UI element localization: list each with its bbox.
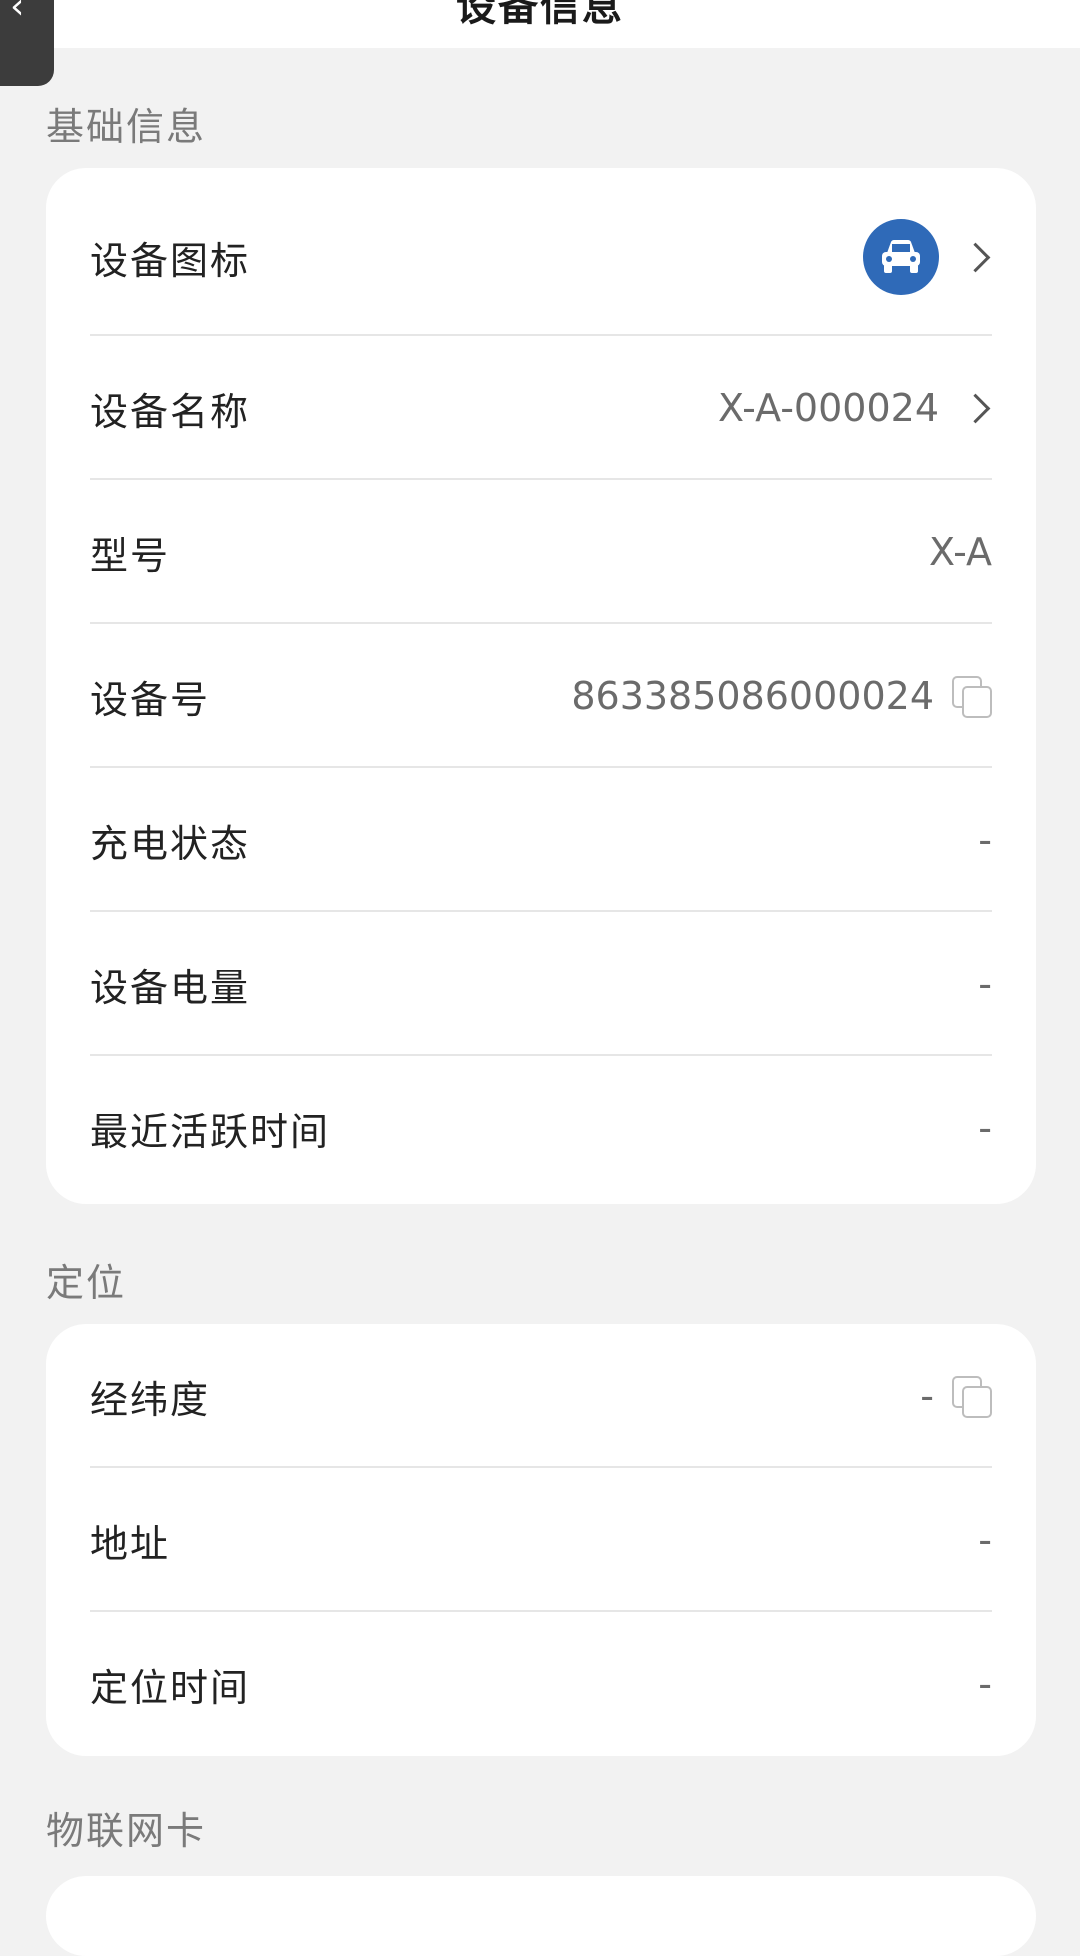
row-charging-status: 充电状态 - [90, 768, 992, 912]
top-bar: 设备信息 [0, 0, 1080, 48]
device-icon-label: 设备图标 [90, 238, 251, 283]
location-time-value: - [978, 1662, 992, 1706]
row-device-icon[interactable]: 设备图标 [90, 178, 992, 336]
page-title: 设备信息 [456, 0, 624, 30]
row-coordinates: 经纬度 - [90, 1324, 992, 1468]
row-battery: 设备电量 - [90, 912, 992, 1056]
row-device-name[interactable]: 设备名称 X-A-000024 [90, 336, 992, 480]
chevron-right-icon [960, 242, 991, 272]
charging-status-value: - [978, 818, 992, 862]
section-title-basic: 基础信息 [46, 105, 207, 149]
device-name-value: X-A-000024 [718, 386, 939, 430]
row-address: 地址 - [90, 1468, 992, 1612]
copy-icon[interactable] [952, 1376, 992, 1418]
back-button[interactable]: ‹ [0, 0, 54, 86]
device-number-label: 设备号 [90, 677, 211, 722]
location-card: 经纬度 - 地址 - 定位时间 - [46, 1324, 1036, 1756]
last-active-label: 最近活跃时间 [90, 1109, 331, 1154]
chevron-right-icon [960, 393, 991, 423]
row-location-time: 定位时间 - [90, 1612, 992, 1756]
car-icon [863, 219, 939, 295]
coordinates-value: - [920, 1374, 934, 1418]
battery-label: 设备电量 [90, 965, 251, 1010]
back-icon: ‹ [10, 0, 25, 27]
last-active-value: - [978, 1106, 992, 1150]
address-label: 地址 [90, 1521, 171, 1566]
location-time-label: 定位时间 [90, 1665, 251, 1710]
copy-icon[interactable] [952, 676, 992, 718]
row-device-number: 设备号 863385086000024 [90, 624, 992, 768]
row-last-active: 最近活跃时间 - [90, 1056, 992, 1200]
basic-info-card: 设备图标 设备名称 X-A-000024 型号 X-A 设备号 86338508… [46, 168, 1036, 1204]
section-title-location: 定位 [46, 1261, 127, 1305]
iot-card [46, 1876, 1036, 1956]
model-label: 型号 [90, 533, 171, 578]
coordinates-label: 经纬度 [90, 1377, 211, 1422]
address-value: - [978, 1518, 992, 1562]
charging-status-label: 充电状态 [90, 821, 251, 866]
device-name-label: 设备名称 [90, 389, 251, 434]
row-model: 型号 X-A [90, 480, 992, 624]
model-value: X-A [928, 530, 992, 574]
device-number-value: 863385086000024 [571, 674, 934, 718]
section-title-iot: 物联网卡 [46, 1809, 207, 1853]
battery-value: - [978, 962, 992, 1006]
